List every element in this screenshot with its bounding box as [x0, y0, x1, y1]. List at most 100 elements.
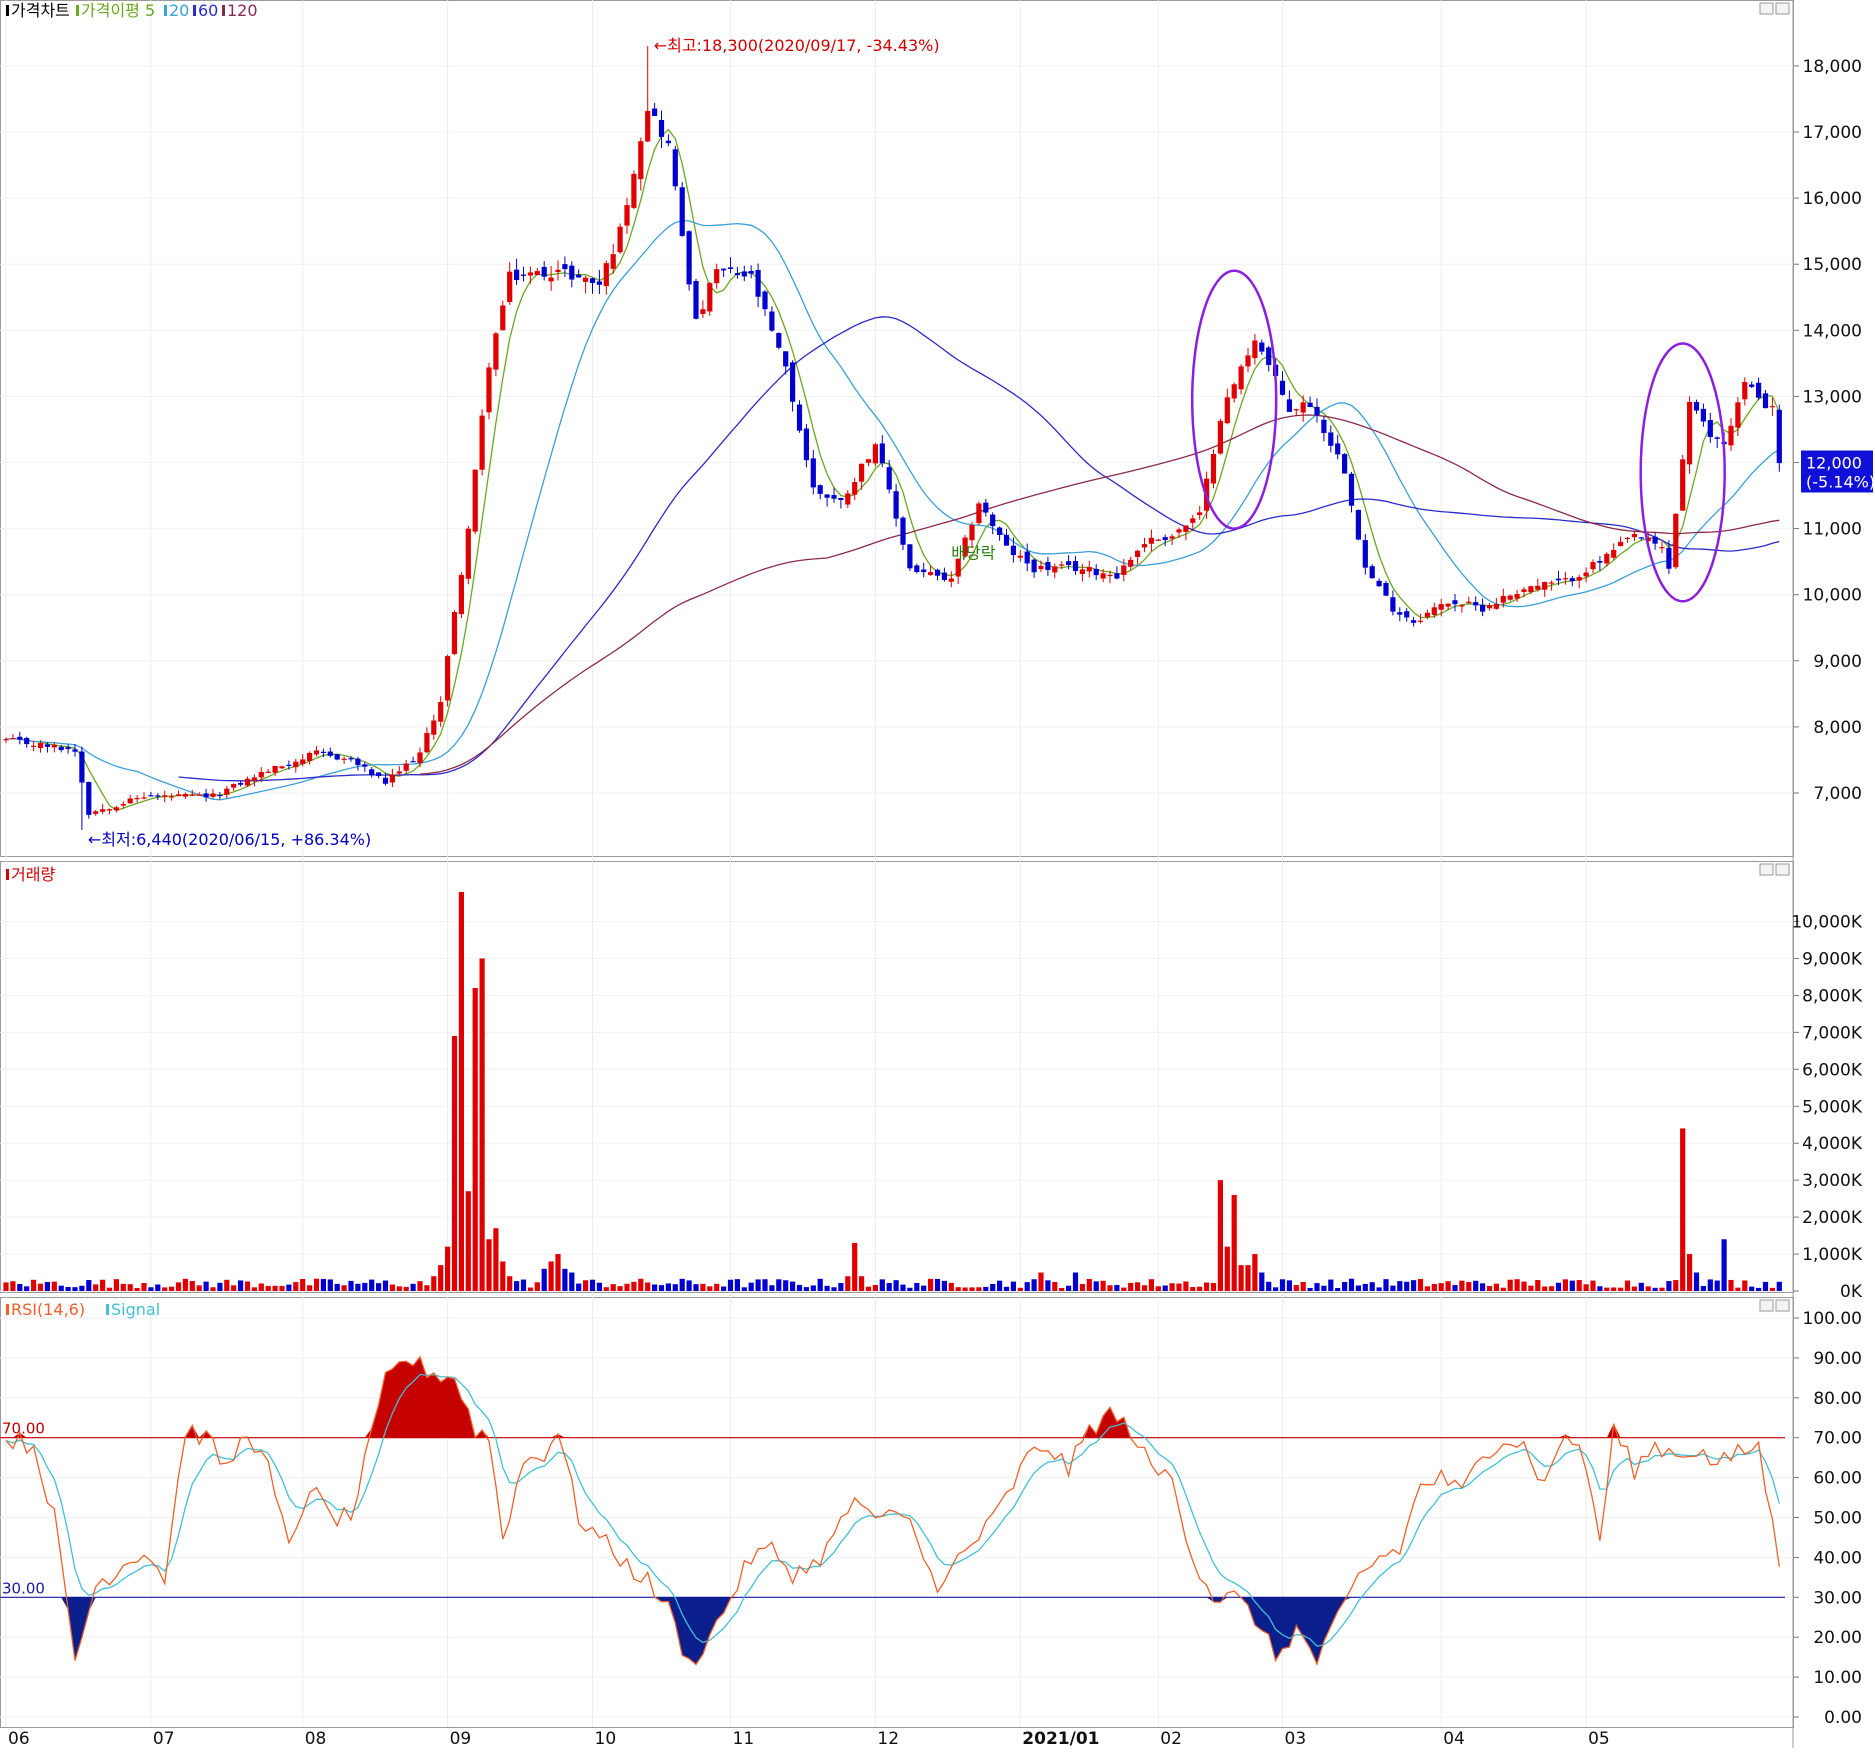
candle-body — [286, 764, 292, 766]
volume-bar — [293, 1282, 299, 1291]
candle-body — [1100, 573, 1106, 579]
candle-body — [1086, 567, 1092, 572]
candle-body — [369, 769, 375, 776]
candle-body — [1624, 537, 1631, 540]
volume-bar — [417, 1281, 423, 1291]
x-month-label: 06 — [8, 1729, 30, 1748]
volume-bar — [1404, 1281, 1410, 1291]
candle-body — [1093, 568, 1099, 576]
candle-body — [93, 811, 99, 814]
volume-bar — [1583, 1284, 1589, 1291]
candle-body — [1728, 425, 1734, 446]
volume-bar — [1017, 1287, 1023, 1291]
price-tick-label: 8,000 — [1813, 718, 1862, 738]
candle-body — [1141, 544, 1148, 548]
current-change-label: (-5.14%) — [1806, 473, 1875, 492]
candle-body — [921, 569, 927, 573]
event-annotation: 배당락 — [951, 543, 995, 562]
volume-bar — [707, 1286, 713, 1291]
volume-bar — [106, 1287, 113, 1291]
candle-body — [707, 283, 713, 312]
volume-bar — [1645, 1286, 1651, 1291]
volume-bar — [852, 1242, 858, 1291]
candle-body — [279, 766, 285, 769]
volume-tick-label: 4,000K — [1802, 1134, 1863, 1154]
candle-body — [458, 574, 464, 615]
candle-body — [500, 305, 506, 331]
volume-bar — [603, 1287, 609, 1291]
candle-body — [106, 809, 113, 811]
candle-body — [100, 809, 106, 812]
candle-body — [1376, 580, 1382, 587]
candle-body — [472, 469, 478, 532]
candle-body — [541, 266, 547, 277]
candle-body — [969, 525, 975, 541]
minimize-button[interactable] — [1759, 1299, 1774, 1312]
volume-bar — [376, 1283, 382, 1291]
candle-body — [37, 742, 44, 749]
volume-bar — [224, 1279, 230, 1291]
volume-bar — [997, 1280, 1003, 1291]
candle-body — [796, 404, 803, 431]
candle-body — [72, 749, 78, 752]
volume-bar — [589, 1279, 596, 1291]
volume-bar — [1680, 1128, 1686, 1291]
price-tick-label: 15,000 — [1803, 255, 1862, 275]
minimize-button[interactable] — [1759, 2, 1774, 15]
candle-body — [1507, 595, 1513, 600]
volume-tick-label: 0K — [1840, 1282, 1863, 1302]
candle-body — [1293, 409, 1299, 411]
close-button[interactable] — [1775, 863, 1790, 876]
volume-bar — [1555, 1282, 1562, 1291]
candle-body — [1611, 549, 1617, 558]
candle-body — [1024, 551, 1030, 564]
volume-bar — [141, 1283, 147, 1291]
minimize-button[interactable] — [1759, 863, 1774, 876]
close-button[interactable] — [1775, 1299, 1790, 1312]
candle-body — [1066, 561, 1072, 566]
volume-bar — [369, 1279, 375, 1291]
volume-bar — [900, 1284, 906, 1291]
candle-body — [831, 495, 837, 499]
volume-tick-label: 10,000K — [1791, 913, 1862, 933]
volume-bar — [721, 1286, 727, 1291]
candle-body — [341, 758, 347, 760]
candle-body — [596, 281, 602, 285]
candle-body — [1059, 564, 1065, 566]
volume-bar — [1231, 1194, 1237, 1291]
candle-body — [610, 254, 616, 269]
volume-bar — [93, 1284, 99, 1291]
volume-bar — [189, 1280, 195, 1291]
candle-body — [810, 458, 816, 488]
close-button[interactable] — [1775, 2, 1790, 15]
candle-body — [1569, 578, 1575, 582]
volume-bar — [1611, 1287, 1617, 1291]
volume-bar — [1038, 1272, 1044, 1291]
candle-body — [803, 428, 809, 461]
volume-bar — [438, 1265, 444, 1291]
volume-bar — [182, 1278, 188, 1291]
candle-body — [1521, 589, 1527, 592]
legend-label: RSI(14,6) — [11, 1300, 85, 1319]
candle-body — [1735, 402, 1741, 428]
volume-bar — [203, 1281, 209, 1291]
volume-bar — [251, 1287, 257, 1291]
legend-label: Signal — [111, 1300, 160, 1319]
candle-body — [1424, 612, 1430, 617]
candle-body — [465, 528, 471, 579]
candle-body — [534, 271, 540, 275]
volume-bar — [1721, 1239, 1727, 1291]
volume-bar — [734, 1279, 740, 1291]
volume-bar — [969, 1287, 975, 1291]
volume-bar — [1369, 1282, 1375, 1291]
legend-swatch — [6, 869, 9, 880]
candle-body — [162, 795, 168, 797]
candle-body — [120, 804, 126, 806]
volume-bar — [962, 1287, 968, 1291]
candle-body — [679, 187, 685, 236]
volume-tick-label: 6,000K — [1802, 1060, 1863, 1080]
volume-bar — [1266, 1281, 1272, 1291]
volume-bar — [1176, 1283, 1182, 1291]
candle-body — [624, 205, 630, 226]
candle-body — [1052, 566, 1058, 573]
